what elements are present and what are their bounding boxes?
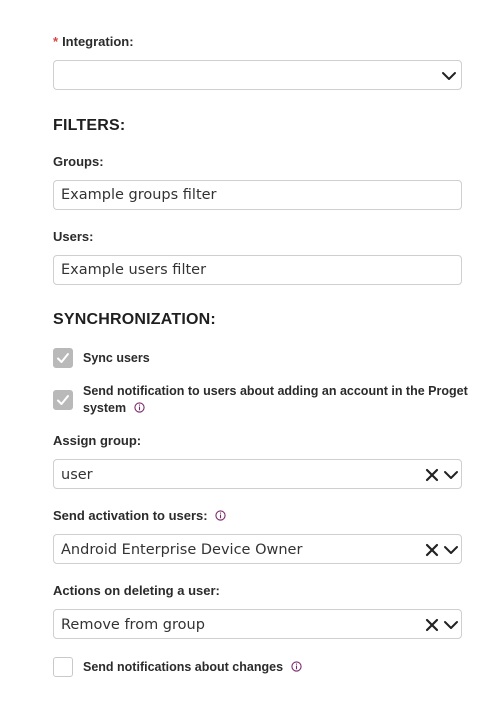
notify-users-checkbox[interactable]: [53, 390, 73, 410]
users-label: Users:: [53, 229, 94, 244]
clear-x-icon[interactable]: [424, 617, 440, 633]
sync-users-label: Sync users: [83, 351, 150, 365]
users-filter-input[interactable]: [53, 255, 462, 285]
groups-label: Groups:: [53, 154, 104, 169]
checkmark-icon: [57, 353, 69, 363]
notify-users-label: Send notification to users about adding …: [83, 383, 468, 417]
info-icon[interactable]: [290, 661, 302, 672]
filters-heading: FILTERS:: [53, 117, 126, 134]
integration-label-text: Integration:: [62, 34, 134, 49]
integration-select[interactable]: [53, 60, 462, 90]
groups-filter-field[interactable]: [54, 181, 461, 209]
notify-users-label-line1: Send notification to users about adding …: [83, 384, 468, 398]
synchronization-heading: SYNCHRONIZATION:: [53, 311, 216, 328]
sync-users-checkbox[interactable]: [53, 348, 73, 368]
groups-filter-input[interactable]: [53, 180, 462, 210]
users-filter-field[interactable]: [54, 256, 461, 284]
notify-users-label-line2: system: [83, 401, 127, 415]
integration-label: * Integration:: [53, 34, 134, 49]
clear-x-icon[interactable]: [424, 467, 440, 483]
delete-actions-value: Remove from group: [61, 617, 205, 633]
required-mark: *: [53, 34, 59, 49]
checkmark-icon: [57, 395, 69, 405]
chevron-down-icon[interactable]: [443, 617, 459, 633]
delete-actions-select[interactable]: Remove from group: [53, 609, 462, 639]
chevron-down-icon[interactable]: [443, 542, 459, 558]
assign-group-select[interactable]: user: [53, 459, 462, 489]
info-icon[interactable]: [133, 402, 145, 413]
changes-notify-label-text: Send notifications about changes: [83, 660, 284, 674]
assign-group-value: user: [61, 467, 93, 483]
clear-x-icon[interactable]: [424, 542, 440, 558]
activation-label-text: Send activation to users:: [53, 508, 208, 523]
assign-group-label: Assign group:: [53, 433, 142, 448]
activation-label: Send activation to users:: [53, 508, 226, 523]
delete-actions-label: Actions on deleting a user:: [53, 583, 220, 598]
info-icon[interactable]: [215, 510, 226, 521]
chevron-down-icon[interactable]: [441, 68, 457, 84]
changes-notify-label: Send notifications about changes: [83, 659, 302, 676]
chevron-down-icon[interactable]: [443, 467, 459, 483]
activation-select[interactable]: Android Enterprise Device Owner: [53, 534, 462, 564]
changes-notify-checkbox[interactable]: [53, 657, 73, 677]
activation-value: Android Enterprise Device Owner: [61, 542, 303, 558]
